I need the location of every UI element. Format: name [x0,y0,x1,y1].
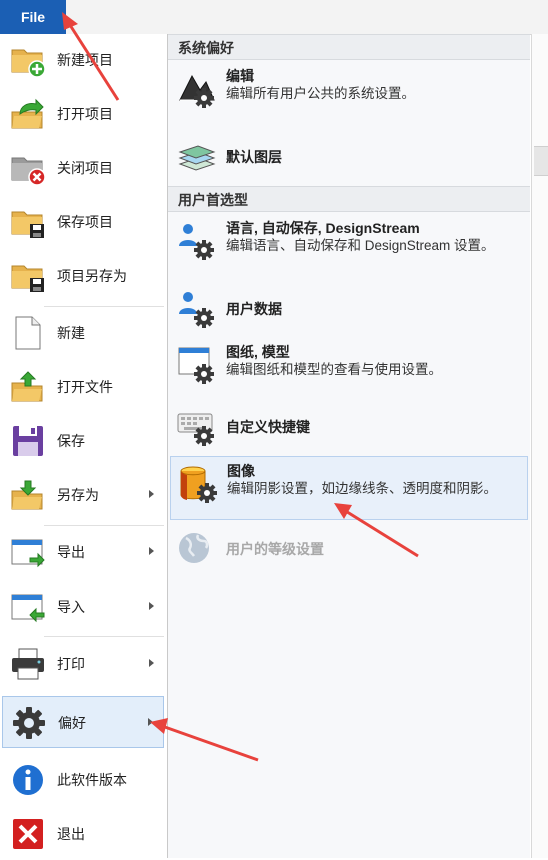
file-tab[interactable]: File [0,0,66,34]
menu-item-open-project[interactable]: 打开项目 [2,88,164,140]
globe-icon [176,528,218,570]
submenu-item-title: 语言, 自动保存, DesignStream [226,220,420,236]
menu-label: 保存 [57,433,85,449]
menu-label: 项目另存为 [57,268,127,284]
submenu-arrow-icon [149,602,154,610]
submenu-item-desc: 编辑所有用户公共的系统设置。 [226,86,415,101]
import-icon [10,589,46,625]
menu-label: 此软件版本 [57,772,127,788]
menu-item-save-project-as[interactable]: 项目另存为 [2,250,164,302]
menu-label: 导入 [57,599,85,615]
menu-item-save-project[interactable]: 保存项目 [2,196,164,248]
submenu-item-title: 编辑 [226,68,254,84]
menu-label: 偏好 [58,715,86,731]
submenu-item-title: 用户的等级设置 [226,541,324,557]
info-icon [10,762,46,798]
menu-item-export[interactable]: 导出 [2,526,164,578]
user-data-icon [176,288,218,330]
menu-label: 另存为 [57,487,99,503]
menu-label: 新建 [57,325,85,341]
submenu-arrow-icon [149,659,154,667]
background-window-edge [531,34,548,858]
submenu-item-user-data[interactable]: 用户数据 [170,282,528,336]
save-project-icon [10,204,46,240]
menu-label: 打开文件 [57,379,113,395]
menu-item-open-file[interactable]: 打开文件 [2,361,164,413]
menu-item-exit[interactable]: 退出 [2,808,164,860]
export-icon [10,534,46,570]
new-project-icon [10,42,46,78]
submenu-item-graphics[interactable]: 图像 编辑阴影设置，如边缘线条、透明度和阴影。 [170,456,528,520]
section-header-user: 用户首选型 [168,186,530,212]
menu-item-about[interactable]: 此软件版本 [2,754,164,806]
submenu-item-desc: 编辑阴影设置，如边缘线条、透明度和阴影。 [227,481,497,496]
submenu-item-drawing-model[interactable]: 图纸, 模型 编辑图纸和模型的查看与使用设置。 [170,338,528,400]
submenu-item-edit[interactable]: 编辑 编辑所有用户公共的系统设置。 [170,62,528,120]
printer-icon [10,646,46,682]
menu-item-new-project[interactable]: 新建项目 [2,34,164,86]
menu-label: 关闭项目 [57,160,113,176]
floppy-save-icon [10,423,46,459]
keyboard-icon [176,406,218,448]
menu-item-new[interactable]: 新建 [2,307,164,359]
submenu-item-desc: 编辑图纸和模型的查看与使用设置。 [226,362,442,377]
submenu-item-title: 自定义快捷键 [226,419,310,435]
submenu-arrow-icon [148,718,153,726]
submenu-item-title: 默认图层 [226,149,282,165]
menu-label: 退出 [57,826,85,842]
exit-icon [10,816,46,852]
menu-label: 打印 [57,656,85,672]
submenu-item-title: 图纸, 模型 [226,344,290,360]
submenu-item-user-level: 用户的等级设置 [170,522,528,574]
close-project-icon [10,150,46,186]
submenu-arrow-icon [149,547,154,555]
menu-item-preferences[interactable]: 偏好 [2,696,164,748]
layers-icon [176,136,218,178]
menu-label: 新建项目 [57,52,113,68]
user-settings-icon [176,220,218,262]
menu-item-import[interactable]: 导入 [2,581,164,633]
submenu-item-default-layers[interactable]: 默认图层 [170,130,528,184]
open-file-icon [10,369,46,405]
submenu-item-language-autosave[interactable]: 语言, 自动保存, DesignStream 编辑语言、自动保存和 Design… [170,214,528,280]
menu-divider [44,636,164,637]
save-project-as-icon [10,258,46,294]
ribbon-bar: File [0,0,548,35]
image-cylinder-icon [177,463,219,505]
section-header-system: 系统偏好 [168,34,530,60]
submenu-item-title: 用户数据 [226,301,282,317]
gear-icon [11,705,47,741]
submenu-item-title: 图像 [227,463,255,479]
new-document-icon [10,315,46,351]
submenu-item-desc: 编辑语言、自动保存和 DesignStream 设置。 [226,238,495,253]
file-menu: 新建项目 打开项目 关闭项目 保存项目 项目另存为 新建 打开文件 保存 另存为… [0,34,168,858]
drawing-model-icon [176,344,218,386]
submenu-item-custom-shortcuts[interactable]: 自定义快捷键 [170,400,528,454]
menu-label: 打开项目 [57,106,113,122]
menu-label: 保存项目 [57,214,113,230]
menu-item-print[interactable]: 打印 [2,638,164,690]
submenu-arrow-icon [149,490,154,498]
menu-item-save-as[interactable]: 另存为 [2,469,164,521]
preferences-submenu: 系统偏好 编辑 编辑所有用户公共的系统设置。 默认图层 用户首选型 语言, 自动… [168,34,530,858]
menu-item-close-project[interactable]: 关闭项目 [2,142,164,194]
edit-system-icon [176,68,218,110]
menu-item-save[interactable]: 保存 [2,415,164,467]
menu-label: 导出 [57,544,85,560]
save-as-folder-icon [10,477,46,513]
open-project-icon [10,96,46,132]
